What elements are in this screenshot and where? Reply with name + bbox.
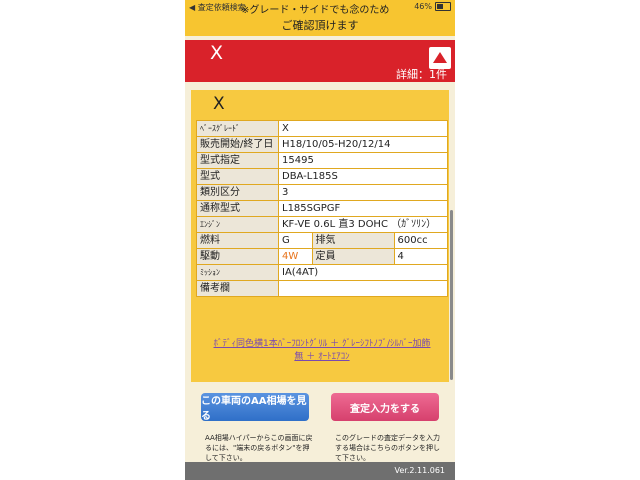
spec-value: 15495 — [278, 152, 448, 169]
spec-label: 型式指定 — [196, 152, 279, 169]
table-row: 販売開始/終了日 H18/10/05-H20/12/14 — [196, 136, 448, 153]
table-row: ﾍﾞｰｽｸﾞﾚｰﾄﾞ X — [196, 120, 448, 137]
spec-value: DBA-L185S — [278, 168, 448, 185]
displacement-label: 排気 — [311, 232, 395, 249]
mission-value: IA(4AT) — [278, 264, 448, 281]
phone-screen: ◀ 査定依頼検索 ※グレード・サイドでも念のため 46% ご確認頂けます X 詳… — [185, 0, 455, 480]
displacement-value: 600cc — [393, 232, 449, 249]
table-row: ｴﾝｼﾞﾝ KF-VE 0.6L 直3 DOHC （ｶﾞｿﾘﾝ） — [196, 216, 448, 233]
grade-header-title: X — [210, 42, 224, 64]
mission-label: ﾐｯｼｮﾝ — [196, 264, 279, 281]
table-row: 通称型式 L185SGPGF — [196, 200, 448, 217]
spec-value: 3 — [278, 184, 448, 201]
capacity-value: 4 — [393, 248, 449, 265]
options-list: ﾎﾞﾃﾞｨ同色横1本ﾊﾞｰﾌﾛﾝﾄｸﾞﾘﾙ ＋ ｸﾞﾚｰｼﾌﾄﾉﾌﾞ/ｼﾙﾊﾞｰ… — [196, 338, 448, 364]
app-version: Ver.2.11.061 — [394, 466, 446, 475]
battery-icon — [435, 2, 451, 11]
table-row: 燃料 G 排気 600cc — [196, 232, 449, 249]
spec-label: 型式 — [196, 168, 279, 185]
fuel-label: 燃料 — [196, 232, 279, 249]
spec-label: 通称型式 — [196, 200, 279, 217]
status-bar: ◀ 査定依頼検索 ※グレード・サイドでも念のため 46% ご確認頂けます — [185, 0, 455, 36]
notice-text-line1: ※グレード・サイドでも念のため — [241, 5, 390, 16]
remarks-value — [278, 280, 448, 297]
remarks-label: 備考欄 — [196, 280, 279, 297]
table-row: 類別区分 3 — [196, 184, 448, 201]
footer-bar: Ver.2.11.061 — [185, 462, 455, 480]
back-to-search-link[interactable]: ◀ 査定依頼検索 — [189, 2, 246, 13]
battery-indicator: 46% — [414, 2, 451, 11]
table-row: 型式 DBA-L185S — [196, 168, 448, 185]
grade-detail-card: X ﾍﾞｰｽｸﾞﾚｰﾄﾞ X 販売開始/終了日 H18/10/05-H20/12… — [191, 90, 449, 382]
aa-market-button[interactable]: この車両のAA相場を見る — [201, 393, 309, 422]
spec-label: 販売開始/終了日 — [196, 136, 279, 153]
battery-percent: 46% — [414, 2, 432, 11]
spec-label: ﾍﾞｰｽｸﾞﾚｰﾄﾞ — [196, 120, 279, 137]
drive-label: 駆動 — [196, 248, 279, 265]
spec-value: H18/10/05-H20/12/14 — [278, 136, 448, 153]
options-line-2: 無 ＋ ｵｰﾄｴｱｺﾝ — [294, 352, 350, 362]
table-row: 備考欄 — [196, 280, 448, 297]
notice-text-line2: ご確認頂けます — [281, 19, 359, 32]
scrollbar[interactable] — [450, 210, 453, 380]
spec-value: KF-VE 0.6L 直3 DOHC （ｶﾞｿﾘﾝ） — [278, 216, 448, 233]
drive-value: 4W — [278, 248, 313, 265]
appraise-note: このグレードの査定データを入力する場合はこちらのボタンを押して下さい。 — [335, 434, 440, 462]
table-row: 駆動 4W 定員 4 — [196, 248, 449, 265]
detail-count: 詳細：1件 — [396, 68, 447, 81]
spec-table: ﾍﾞｰｽｸﾞﾚｰﾄﾞ X 販売開始/終了日 H18/10/05-H20/12/1… — [196, 120, 449, 297]
spec-value: L185SGPGF — [278, 200, 448, 217]
table-row: 型式指定 15495 — [196, 152, 448, 169]
spec-label: ｴﾝｼﾞﾝ — [196, 216, 279, 233]
spec-value: X — [278, 120, 448, 137]
capacity-label: 定員 — [311, 248, 395, 265]
spec-label: 類別区分 — [196, 184, 279, 201]
grade-header: X 詳細：1件 — [185, 40, 455, 82]
fuel-value: G — [278, 232, 313, 249]
aa-market-note: AA相場ハイパーからこの画面に戻るには、"端末の戻るボタン"を押して下さい。 — [205, 434, 313, 462]
table-row: ﾐｯｼｮﾝ IA(4AT) — [196, 264, 448, 281]
grade-card-title: X — [213, 94, 225, 114]
appraise-input-button[interactable]: 査定入力をする — [331, 393, 439, 421]
options-line-1: ﾎﾞﾃﾞｨ同色横1本ﾊﾞｰﾌﾛﾝﾄｸﾞﾘﾙ ＋ ｸﾞﾚｰｼﾌﾄﾉﾌﾞ/ｼﾙﾊﾞｰ… — [213, 339, 431, 349]
